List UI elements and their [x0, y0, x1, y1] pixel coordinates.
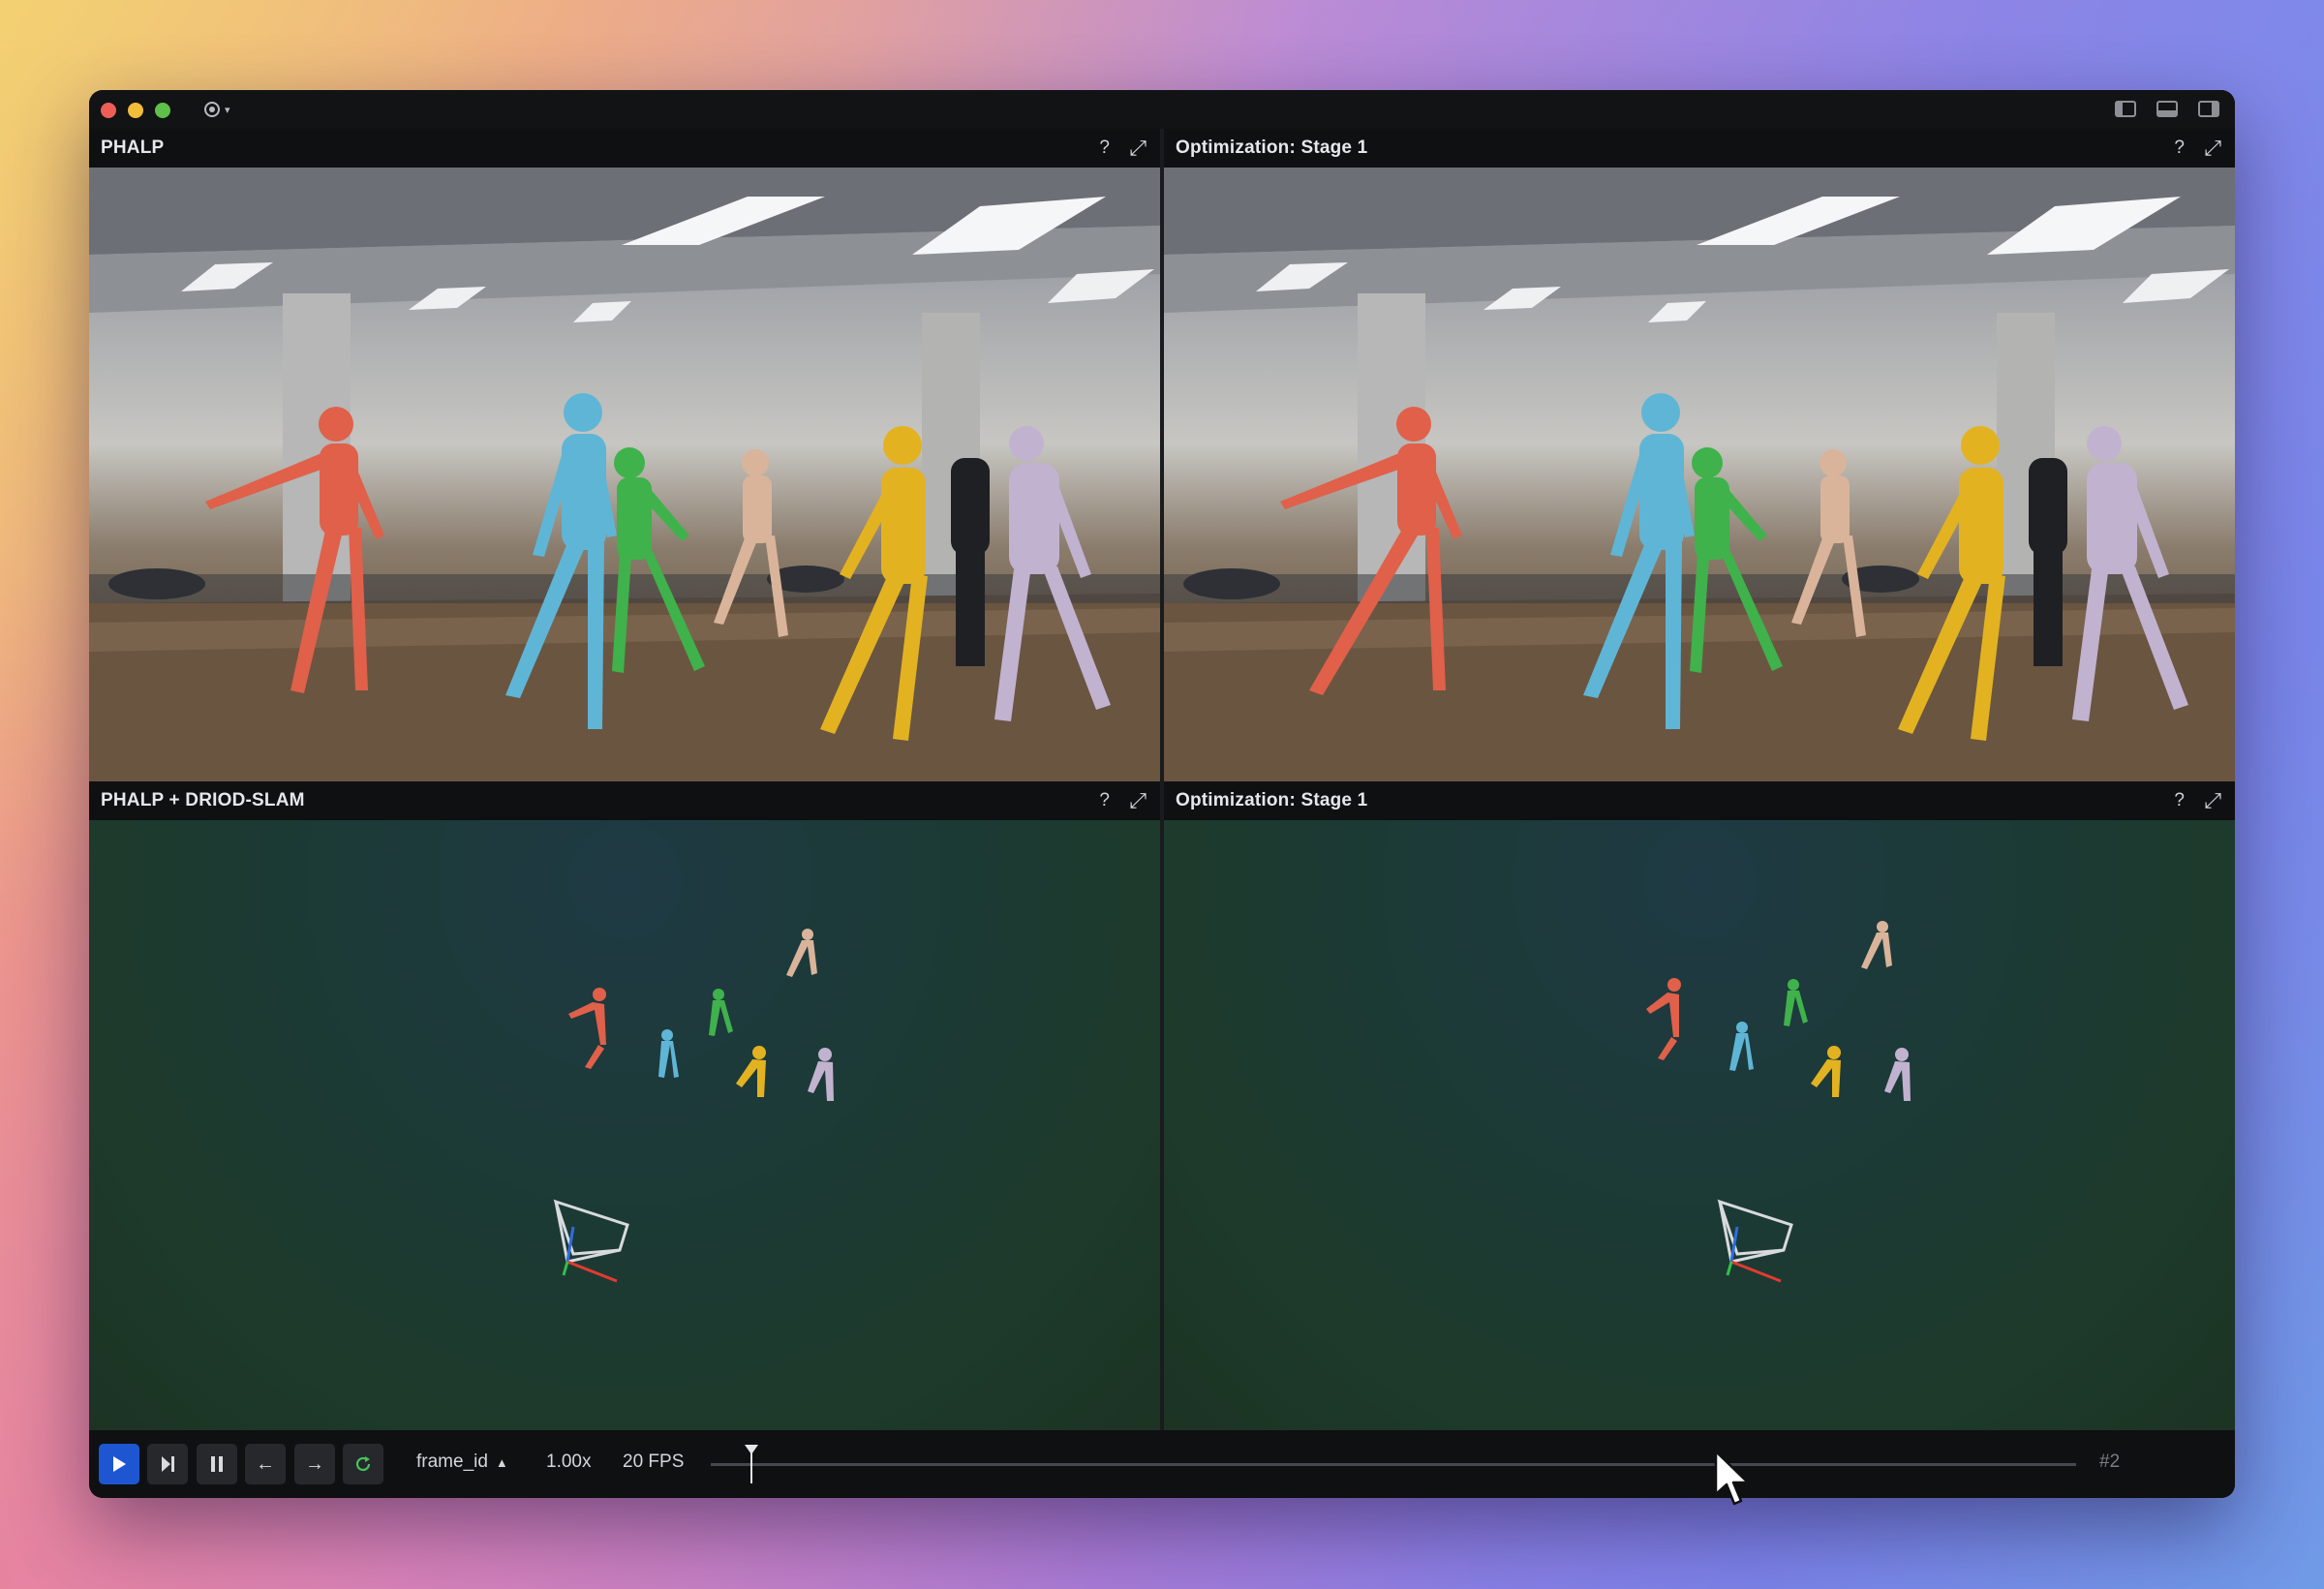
video-frame [89, 168, 1160, 781]
playback-speed[interactable]: 1.00x [546, 1451, 591, 1473]
camera-frustum [1717, 1199, 1793, 1283]
panel-title: Optimization: Stage 1 [1176, 138, 1368, 158]
expand-icon[interactable]: ⤢ [1129, 781, 1147, 820]
panel-optimization-video: Optimization: Stage 1 ? ⤢ [1164, 129, 2235, 781]
video-view[interactable] [89, 168, 1160, 781]
3d-scene [1646, 921, 1911, 1283]
panel-header: PHALP + DRIOD-SLAM ? ⤢ [89, 781, 1160, 820]
timeline-track[interactable] [711, 1463, 2076, 1466]
small-figure-red [1646, 978, 1681, 1060]
panel-title: PHALP [101, 138, 165, 158]
small-figure-blue [658, 1029, 679, 1078]
expand-icon[interactable]: ⤢ [2204, 781, 2221, 820]
small-figure-yellow [736, 1046, 766, 1097]
loop-button[interactable] [343, 1444, 383, 1484]
next-frame-button[interactable]: → [294, 1444, 335, 1484]
small-figure-lavender [808, 1048, 834, 1101]
panel-optimization-3d: Optimization: Stage 1 ? ⤢ [1164, 781, 2235, 1430]
video-view[interactable] [1164, 168, 2235, 781]
play-icon [113, 1456, 126, 1472]
help-button[interactable]: ? [1099, 129, 1110, 168]
small-figure-tan [1861, 921, 1892, 969]
expand-icon[interactable]: ⤢ [1129, 129, 1147, 168]
pause-icon [211, 1456, 223, 1472]
small-figure-green [1784, 979, 1808, 1026]
expand-icon[interactable]: ⤢ [2204, 129, 2221, 168]
toggle-right-panel-button[interactable] [2198, 101, 2219, 117]
panel-header: Optimization: Stage 1 ? ⤢ [1164, 129, 2235, 168]
fps-setting[interactable]: 20 FPS [623, 1451, 684, 1473]
triangle-up-icon: ▲ [495, 1455, 508, 1470]
small-figure-tan [786, 929, 817, 977]
small-figure-yellow [1811, 1046, 1841, 1097]
loop-icon [355, 1456, 371, 1472]
timeline-selector-label: frame_id [416, 1451, 488, 1472]
3d-view[interactable] [1164, 820, 2235, 1430]
step-forward-button[interactable] [147, 1444, 188, 1484]
timeline-selector[interactable]: frame_id ▲ [416, 1451, 508, 1473]
3d-scene [553, 929, 834, 1283]
recording-icon [204, 102, 220, 118]
panel-phalp: PHALP ? ⤢ [89, 129, 1160, 781]
close-window-button[interactable] [101, 103, 116, 118]
panel-divider[interactable] [1160, 129, 1164, 1430]
minimize-window-button[interactable] [128, 103, 143, 118]
toggle-bottom-panel-button[interactable] [2156, 101, 2178, 117]
help-button[interactable]: ? [2174, 781, 2185, 820]
panel-title: Optimization: Stage 1 [1176, 790, 1368, 810]
video-frame [1164, 168, 2235, 781]
small-figure-blue [1729, 1022, 1754, 1071]
arrow-left-icon: ← [256, 1452, 275, 1475]
previous-frame-button[interactable]: ← [245, 1444, 286, 1484]
step-forward-icon [162, 1456, 174, 1472]
mouse-cursor [1714, 1450, 1750, 1506]
title-bar: ▾ [89, 90, 2235, 129]
frame-counter: #2 [2099, 1451, 2121, 1472]
app-window: ▾ PHALP ? ⤢ Optimization: Stage 1 ? ⤢ PH… [89, 90, 2235, 1498]
panel-header: Optimization: Stage 1 ? ⤢ [1164, 781, 2235, 820]
playback-bar: ← → frame_id ▲ 1.00x 20 FPS #2 [89, 1430, 2235, 1498]
panel-phalp-droid-slam: PHALP + DRIOD-SLAM ? ⤢ [89, 781, 1160, 1430]
app-menu[interactable]: ▾ [203, 99, 230, 119]
camera-frustum [553, 1199, 629, 1283]
3d-view[interactable] [89, 820, 1160, 1430]
panel-header: PHALP ? ⤢ [89, 129, 1160, 168]
maximize-window-button[interactable] [155, 103, 170, 118]
timeline-scrubber[interactable] [745, 1445, 759, 1483]
chevron-down-icon: ▾ [225, 104, 230, 116]
panel-title: PHALP + DRIOD-SLAM [101, 790, 305, 810]
arrow-right-icon: → [305, 1452, 324, 1475]
small-figure-green [709, 989, 733, 1036]
pause-button[interactable] [197, 1444, 237, 1484]
small-figure-red [568, 988, 606, 1069]
toggle-left-panel-button[interactable] [2115, 101, 2136, 117]
play-button[interactable] [99, 1444, 139, 1484]
help-button[interactable]: ? [1099, 781, 1110, 820]
small-figure-lavender [1884, 1048, 1911, 1101]
help-button[interactable]: ? [2174, 129, 2185, 168]
